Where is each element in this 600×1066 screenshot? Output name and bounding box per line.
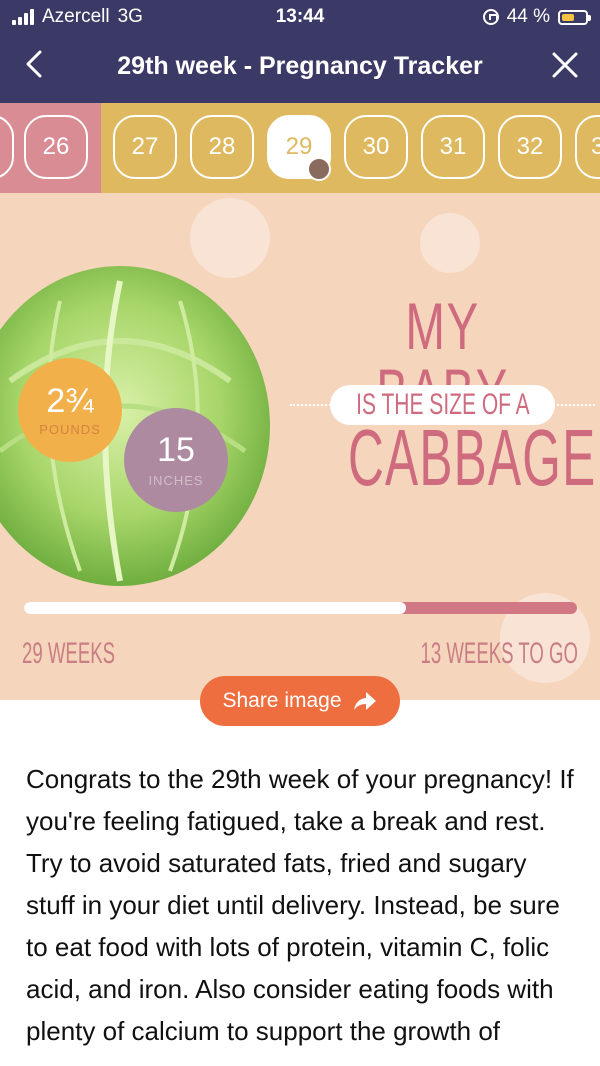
weight-badge: 2¾ POUNDS — [18, 358, 122, 462]
share-image-button[interactable]: Share image — [200, 676, 400, 726]
week-item-33[interactable]: 3 — [575, 115, 600, 179]
week-item-27[interactable]: 27 — [113, 115, 177, 179]
week-item-26[interactable]: 26 — [24, 115, 88, 179]
weight-unit: POUNDS — [39, 421, 101, 437]
weight-value: 2¾ — [46, 381, 94, 420]
nav-bar: 29th week - Pregnancy Tracker — [0, 34, 600, 103]
week-item-28[interactable]: 28 — [190, 115, 254, 179]
background-glow — [420, 213, 480, 273]
weeks-elapsed-label: 29 WEEKS — [22, 637, 116, 670]
week-selector: 26 27 28 29 30 31 32 3 — [0, 103, 600, 193]
battery-icon — [558, 9, 591, 25]
week-item-32[interactable]: 32 — [498, 115, 562, 179]
baby-size-card: 2¾ POUNDS 15 INCHES MY BABY IS THE SIZE … — [0, 193, 600, 700]
headline-bottom: CABBAGE — [347, 413, 597, 502]
weeks-remaining-label: 13 WEEKS TO GO — [420, 637, 578, 670]
share-button-label: Share image — [222, 689, 342, 712]
length-value: 15 — [157, 430, 195, 469]
pregnancy-progress-bar — [24, 602, 577, 614]
status-bar: Azercell 3G 13:44 44 % — [0, 0, 600, 34]
share-arrow-icon — [353, 692, 376, 710]
week-item-30[interactable]: 30 — [344, 115, 408, 179]
length-badge: 15 INCHES — [124, 408, 228, 512]
close-icon[interactable] — [548, 48, 582, 82]
avatar — [307, 157, 331, 181]
progress-fill — [24, 602, 406, 614]
length-unit: INCHES — [148, 472, 204, 488]
battery-percent: 44 % — [506, 6, 550, 27]
week-item-31[interactable]: 31 — [421, 115, 485, 179]
orientation-lock-icon — [482, 9, 499, 25]
week-description: Congrats to the 29th week of your pregna… — [26, 764, 574, 1046]
app-header: Azercell 3G 13:44 44 % 29th week - Pregn… — [0, 0, 600, 103]
page-title: 29th week - Pregnancy Tracker — [117, 52, 483, 80]
